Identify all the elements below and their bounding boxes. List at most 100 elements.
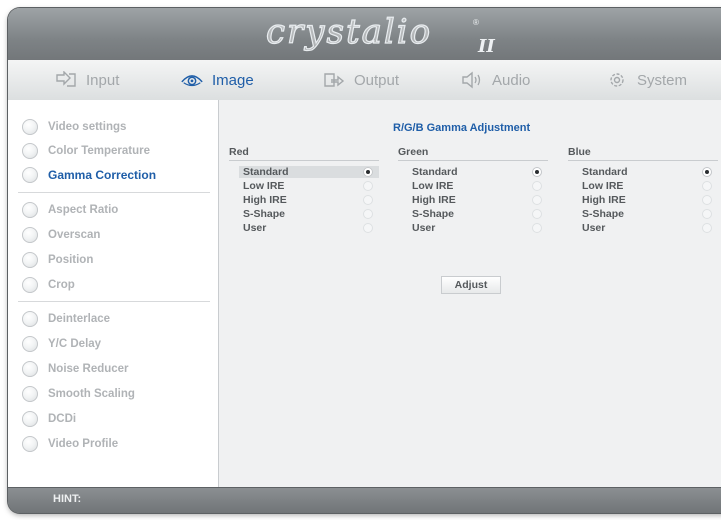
sidebar-item-gamma-correction[interactable]: Gamma Correction <box>22 164 156 186</box>
option-label: Standard <box>243 166 289 178</box>
radio-unselected <box>532 195 542 205</box>
speaker-icon <box>460 70 484 90</box>
brand-logo-suffix: II <box>478 36 495 57</box>
sidebar-item-video-profile[interactable]: Video Profile <box>22 433 118 455</box>
bullet-icon <box>22 436 38 452</box>
output-icon <box>322 70 346 90</box>
bullet-icon <box>22 411 38 427</box>
tab-output-label: Output <box>354 71 400 89</box>
brand-logo: crystalio <box>265 11 433 52</box>
red-option-low-ire[interactable]: Low IRE <box>239 180 379 192</box>
radio-unselected <box>702 195 712 205</box>
blue-option-low-ire[interactable]: Low IRE <box>578 180 718 192</box>
red-option-user[interactable]: User <box>239 222 379 234</box>
sidebar-item-crop[interactable]: Crop <box>22 274 75 296</box>
radio-selected <box>363 167 373 177</box>
radio-unselected <box>532 223 542 233</box>
radio-unselected <box>363 195 373 205</box>
tab-image[interactable]: Image <box>180 60 254 100</box>
tab-image-label: Image <box>212 71 254 89</box>
sidebar-item-label: Aspect Ratio <box>48 204 119 216</box>
bullet-icon <box>22 336 38 352</box>
sidebar-item-color-temperature[interactable]: Color Temperature <box>22 140 150 162</box>
option-label: User <box>412 222 436 234</box>
radio-unselected <box>363 223 373 233</box>
option-label: User <box>243 222 267 234</box>
radio-unselected <box>702 209 712 219</box>
radio-unselected <box>532 181 542 191</box>
red-option-s-shape[interactable]: S-Shape <box>239 208 379 220</box>
green-option-s-shape[interactable]: S-Shape <box>408 208 548 220</box>
sidebar-item-label: Y/C Delay <box>48 338 102 350</box>
option-label: Low IRE <box>243 180 285 192</box>
radio-unselected <box>363 181 373 191</box>
radio-unselected <box>363 209 373 219</box>
option-label: S-Shape <box>243 208 286 220</box>
bullet-icon <box>22 386 38 402</box>
tab-input[interactable]: Input <box>54 60 119 100</box>
bullet-icon <box>22 361 38 377</box>
option-label: High IRE <box>412 194 456 206</box>
blue-option-high-ire[interactable]: High IRE <box>578 194 718 206</box>
sidebar-item-smooth-scaling[interactable]: Smooth Scaling <box>22 383 135 405</box>
bullet-icon <box>22 227 38 243</box>
sidebar-item-label: Color Temperature <box>48 145 151 157</box>
radio-selected <box>702 167 712 177</box>
green-option-low-ire[interactable]: Low IRE <box>408 180 548 192</box>
sidebar-item-label: Overscan <box>48 229 101 241</box>
registered-mark: ® <box>473 18 479 27</box>
sidebar-item-label: Position <box>48 254 94 266</box>
red-option-high-ire[interactable]: High IRE <box>239 194 379 206</box>
hint-bar: HINT: <box>8 487 721 513</box>
option-label: Low IRE <box>412 180 454 192</box>
bullet-icon <box>22 277 38 293</box>
option-label: High IRE <box>243 194 287 206</box>
sidebar-divider <box>18 192 210 193</box>
option-label: Low IRE <box>582 180 624 192</box>
hint-label: HINT: <box>53 493 82 505</box>
sidebar-item-video-settings[interactable]: Video settings <box>22 116 126 138</box>
app-window: crystalio ® II Input Image Output Audio … <box>8 8 721 513</box>
red-option-standard[interactable]: Standard <box>239 166 379 178</box>
sidebar: Video settings Color Temperature Gamma C… <box>8 100 219 487</box>
brand-bar: crystalio ® II <box>8 8 721 61</box>
sidebar-item-label: Crop <box>48 279 75 291</box>
sidebar-item-dcdi[interactable]: DCDi <box>22 408 76 430</box>
sidebar-item-label: Noise Reducer <box>48 363 129 375</box>
option-label: User <box>582 222 606 234</box>
sidebar-item-position[interactable]: Position <box>22 249 93 271</box>
red-column-heading: Red <box>229 146 249 158</box>
gear-icon <box>605 70 629 90</box>
adjust-button[interactable]: Adjust <box>441 276 501 294</box>
radio-unselected <box>702 223 712 233</box>
green-option-user[interactable]: User <box>408 222 548 234</box>
bullet-icon <box>22 202 38 218</box>
blue-option-s-shape[interactable]: S-Shape <box>578 208 718 220</box>
sidebar-item-label: DCDi <box>48 413 77 425</box>
green-option-high-ire[interactable]: High IRE <box>408 194 548 206</box>
sidebar-item-overscan[interactable]: Overscan <box>22 224 100 246</box>
blue-option-user[interactable]: User <box>578 222 718 234</box>
radio-unselected <box>702 181 712 191</box>
bullet-icon <box>22 252 38 268</box>
option-label: S-Shape <box>582 208 625 220</box>
sidebar-item-deinterlace[interactable]: Deinterlace <box>22 308 110 330</box>
tab-audio[interactable]: Audio <box>460 60 530 100</box>
option-label: S-Shape <box>412 208 455 220</box>
tab-audio-label: Audio <box>492 71 531 89</box>
blue-option-standard[interactable]: Standard <box>578 166 718 178</box>
tab-system[interactable]: System <box>605 60 687 100</box>
eye-icon <box>180 70 204 90</box>
bullet-icon <box>22 167 38 183</box>
sidebar-item-aspect-ratio[interactable]: Aspect Ratio <box>22 199 118 221</box>
input-icon <box>54 70 78 90</box>
sidebar-item-noise-reducer[interactable]: Noise Reducer <box>22 358 129 380</box>
tab-output[interactable]: Output <box>322 60 399 100</box>
main-tab-bar: Input Image Output Audio System <box>8 60 721 101</box>
sidebar-item-yc-delay[interactable]: Y/C Delay <box>22 333 101 355</box>
option-label: Standard <box>412 166 458 178</box>
blue-column-divider <box>568 160 718 161</box>
sidebar-item-label: Smooth Scaling <box>48 388 135 400</box>
green-option-standard[interactable]: Standard <box>408 166 548 178</box>
tab-system-label: System <box>637 71 688 89</box>
